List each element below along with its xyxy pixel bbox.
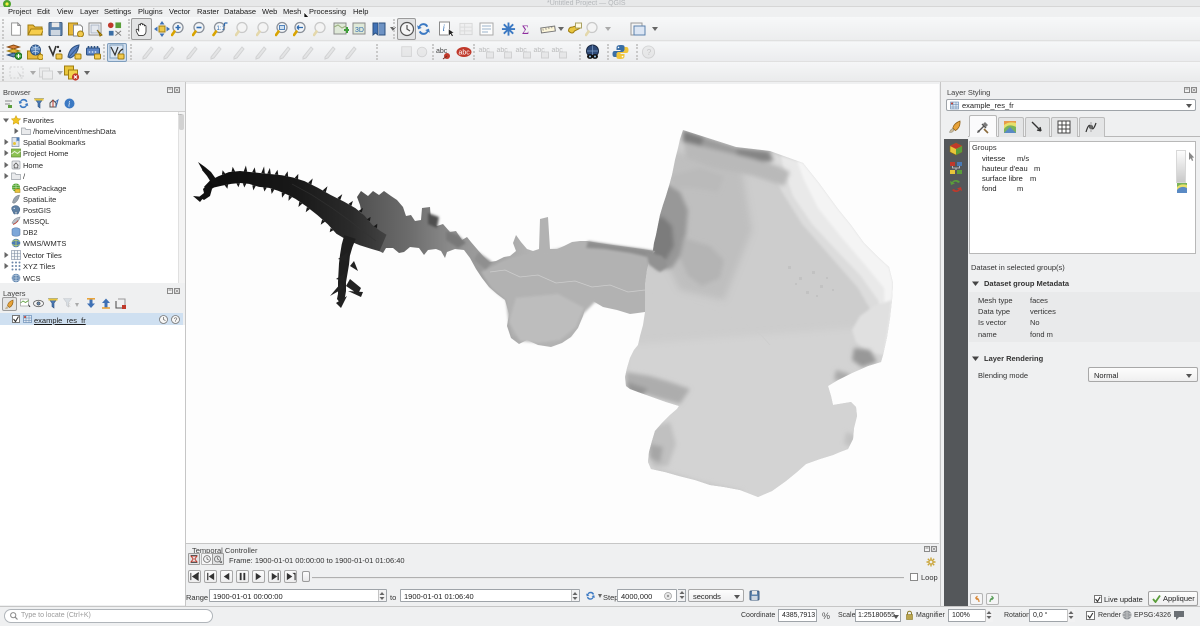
svg-text:1:1: 1:1: [217, 26, 226, 32]
svg-text:3D: 3D: [355, 27, 364, 34]
svg-text:?: ?: [647, 47, 652, 57]
svg-text:abc: abc: [459, 50, 471, 57]
svg-text:?: ?: [174, 317, 178, 324]
svg-text:%: %: [822, 611, 830, 621]
svg-text:i: i: [68, 100, 70, 109]
svg-text:Σ: Σ: [522, 23, 529, 37]
svg-text:ε: ε: [68, 303, 71, 309]
